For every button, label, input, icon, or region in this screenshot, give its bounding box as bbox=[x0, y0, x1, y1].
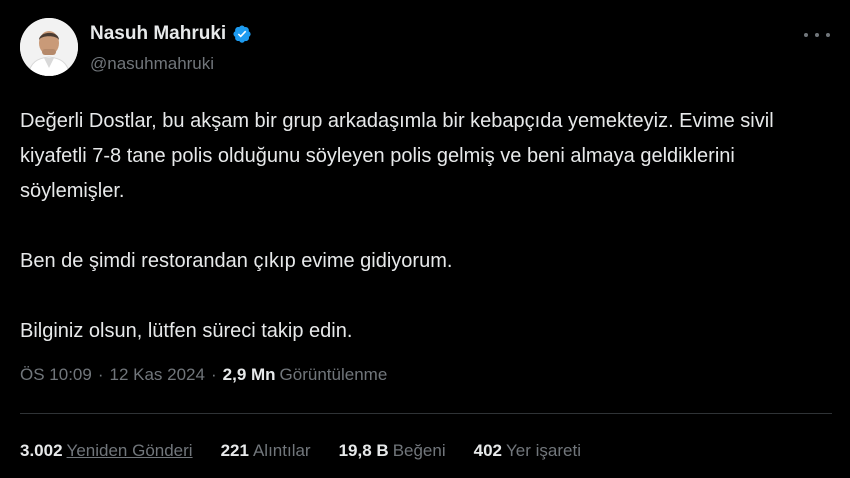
views-count: 2,9 Mn bbox=[222, 365, 276, 384]
display-name[interactable]: Nasuh Mahruki bbox=[90, 23, 226, 45]
tweet-time[interactable]: ÖS 10:09 bbox=[20, 365, 92, 385]
quotes-stat[interactable]: 221 Alıntılar bbox=[221, 441, 311, 461]
more-dot bbox=[826, 33, 830, 37]
tweet-paragraph: Bilginiz olsun, lütfen süreci takip edin… bbox=[20, 320, 353, 342]
engagement-stats: 3.002 Yeniden Gönderi 221 Alıntılar 19,8… bbox=[20, 441, 609, 461]
bookmarks-stat[interactable]: 402 Yer işareti bbox=[474, 441, 581, 461]
tweet-date[interactable]: 12 Kas 2024 bbox=[110, 365, 205, 385]
reposts-stat[interactable]: 3.002 Yeniden Gönderi bbox=[20, 441, 193, 461]
more-horizontal-icon[interactable] bbox=[804, 30, 830, 40]
bookmarks-label: Yer işareti bbox=[506, 441, 581, 460]
bookmarks-count: 402 bbox=[473, 441, 502, 460]
display-name-row: Nasuh Mahruki bbox=[90, 22, 252, 46]
author-handle[interactable]: @nasuhmahruki bbox=[90, 54, 252, 74]
more-dot bbox=[815, 33, 819, 37]
more-dot bbox=[804, 33, 808, 37]
tweet-text: Değerli Dostlar, bu akşam bir grup arkad… bbox=[20, 104, 830, 349]
views-label: Görüntülenme bbox=[279, 365, 388, 384]
tweet-paragraph: Değerli Dostlar, bu akşam bir grup arkad… bbox=[20, 110, 774, 202]
tweet-header: Nasuh Mahruki @nasuhmahruki bbox=[20, 18, 832, 80]
avatar[interactable] bbox=[20, 18, 78, 76]
profile-photo-icon bbox=[20, 18, 78, 76]
likes-label: Beğeni bbox=[392, 441, 446, 460]
tweet-paragraph: Ben de şimdi restorandan çıkıp evime gid… bbox=[20, 250, 453, 272]
reposts-label: Yeniden Gönderi bbox=[66, 441, 193, 460]
likes-count: 19,8 B bbox=[338, 441, 389, 460]
likes-stat[interactable]: 19,8 B Beğeni bbox=[339, 441, 446, 461]
verified-badge-icon[interactable] bbox=[232, 24, 252, 44]
meta-separator: · bbox=[210, 365, 217, 384]
tweet-meta: ÖS 10:09 · 12 Kas 2024 · 2,9 Mn Görüntül… bbox=[20, 365, 387, 385]
quotes-label: Alıntılar bbox=[252, 441, 311, 460]
divider bbox=[20, 413, 832, 414]
quotes-count: 221 bbox=[220, 441, 249, 460]
meta-separator: · bbox=[97, 365, 104, 384]
author-names: Nasuh Mahruki @nasuhmahruki bbox=[90, 22, 252, 74]
reposts-count: 3.002 bbox=[20, 441, 63, 460]
